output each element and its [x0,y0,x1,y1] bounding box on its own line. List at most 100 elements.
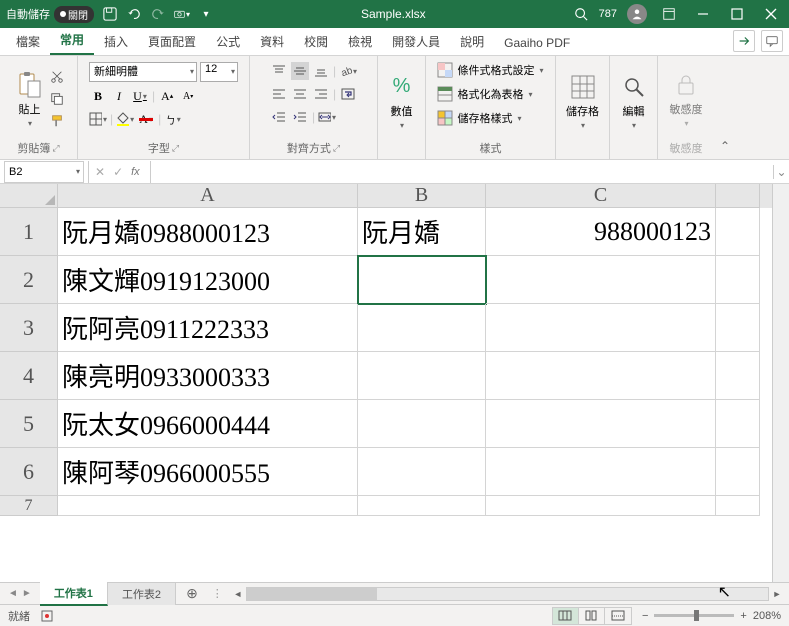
align-bottom-icon[interactable] [312,62,330,80]
cell[interactable]: 阮阿亮0911222333 [58,304,358,352]
cut-icon[interactable] [48,68,66,86]
row-header[interactable]: 2 [0,256,58,304]
cell[interactable]: 陳亮明0933000333 [58,352,358,400]
horizontal-scrollbar[interactable]: ◄ ► [226,586,789,602]
cell[interactable]: 阮月嬌0988000123 [58,208,358,256]
sheet-tab-2[interactable]: 工作表2 [108,583,176,605]
cancel-formula-icon[interactable]: ✕ [95,165,105,179]
align-dialog-icon[interactable]: ⤢ [333,143,340,154]
sheet-nav-next-icon[interactable]: ► [22,588,32,599]
tab-file[interactable]: 檔案 [6,28,50,55]
italic-icon[interactable]: I [110,87,128,105]
macro-record-icon[interactable] [40,609,54,623]
redo-icon[interactable] [150,6,166,22]
tab-help[interactable]: 說明 [450,28,494,55]
underline-icon[interactable]: U▾ [131,87,149,105]
clipboard-dialog-icon[interactable]: ⤢ [52,143,59,154]
cell[interactable] [716,352,760,400]
expand-formula-bar-icon[interactable]: ⌄ [773,165,789,179]
zoom-out-icon[interactable]: − [642,610,648,622]
ribbon-mode-icon[interactable] [657,2,681,26]
cell[interactable] [358,304,486,352]
cell[interactable]: 阮太女0966000444 [58,400,358,448]
orientation-icon[interactable]: ab▾ [339,62,357,80]
sensitivity-button[interactable]: 敏感度▾ [666,67,707,132]
cells-button[interactable]: 儲存格▾ [562,69,603,134]
cell[interactable]: 988000123 [486,208,716,256]
tab-home[interactable]: 常用 [50,26,94,55]
cell-styles-button[interactable]: 儲存格樣式▾ [435,108,545,128]
tab-insert[interactable]: 插入 [94,28,138,55]
cell[interactable] [58,496,358,516]
add-sheet-icon[interactable]: ⊕ [176,585,208,602]
copy-icon[interactable] [48,90,66,108]
row-header[interactable]: 5 [0,400,58,448]
minimize-icon[interactable] [691,2,715,26]
font-color-icon[interactable]: A▾ [137,110,155,128]
cell[interactable]: 陳阿琴0966000555 [58,448,358,496]
conditional-format-button[interactable]: 條件式格式設定▾ [435,60,545,80]
font-name-combo[interactable]: 新細明體▾ [89,62,197,82]
cell[interactable] [486,304,716,352]
qat-customize-icon[interactable]: ▾ [198,6,214,22]
paste-button[interactable]: 貼上▾ [12,67,48,132]
vertical-scrollbar[interactable] [772,184,789,582]
align-center-icon[interactable] [291,85,309,103]
row-header[interactable]: 7 [0,496,58,516]
align-left-icon[interactable] [270,85,288,103]
phonetic-icon[interactable]: ㄅ▾ [164,110,182,128]
col-header-c[interactable]: C [486,184,716,208]
close-icon[interactable] [759,2,783,26]
editing-button[interactable]: 編輯▾ [616,69,652,134]
formula-input[interactable] [151,161,773,183]
row-header[interactable]: 6 [0,448,58,496]
cell[interactable] [716,208,760,256]
decrease-indent-icon[interactable] [270,108,288,126]
font-size-combo[interactable]: 12▾ [200,62,238,82]
zoom-level[interactable]: 208% [753,610,781,622]
tab-pdf[interactable]: Gaaiho PDF [494,31,580,55]
format-as-table-button[interactable]: 格式化為表格▾ [435,84,545,104]
view-normal-icon[interactable] [553,608,579,624]
cell[interactable] [716,400,760,448]
cell[interactable] [716,496,760,516]
cell[interactable] [486,256,716,304]
row-header[interactable]: 3 [0,304,58,352]
cell[interactable] [358,496,486,516]
cell[interactable] [358,448,486,496]
save-icon[interactable] [102,6,118,22]
cell[interactable] [486,400,716,448]
name-box[interactable]: B2▾ [4,161,84,183]
cell[interactable] [358,352,486,400]
number-format-button[interactable]: % 數值▾ [384,69,420,134]
undo-icon[interactable] [126,6,142,22]
user-avatar-icon[interactable] [627,4,647,24]
merge-center-icon[interactable]: ▾ [318,108,336,126]
tab-developer[interactable]: 開發人員 [382,28,450,55]
tab-formulas[interactable]: 公式 [206,28,250,55]
align-middle-icon[interactable] [291,62,309,80]
align-top-icon[interactable] [270,62,288,80]
cell[interactable] [716,304,760,352]
collapse-ribbon-icon[interactable]: ⌃ [714,56,736,159]
tab-view[interactable]: 檢視 [338,28,382,55]
increase-indent-icon[interactable] [291,108,309,126]
col-header-b[interactable]: B [358,184,486,208]
wrap-text-icon[interactable] [339,85,357,103]
search-icon[interactable] [573,6,589,22]
sheet-nav-prev-icon[interactable]: ◄ [8,588,18,599]
tab-review[interactable]: 校閱 [294,28,338,55]
grow-font-icon[interactable]: A▴ [158,87,176,105]
zoom-in-icon[interactable]: + [740,610,746,622]
maximize-icon[interactable] [725,2,749,26]
cell[interactable]: 阮月嬌 [358,208,486,256]
cell[interactable] [716,448,760,496]
cell[interactable] [716,256,760,304]
format-painter-icon[interactable] [48,112,66,130]
cell[interactable]: 陳文輝0919123000 [58,256,358,304]
select-all-corner[interactable] [0,184,58,208]
zoom-slider[interactable] [654,614,734,617]
enter-formula-icon[interactable]: ✓ [113,165,123,179]
view-page-layout-icon[interactable] [579,608,605,624]
share-button[interactable] [733,30,755,52]
